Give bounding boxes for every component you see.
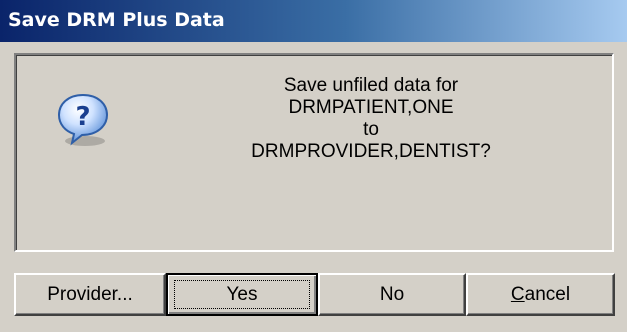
question-icon: ? [57,93,109,146]
cancel-label-rest: ancel [524,284,571,305]
yes-button[interactable]: Yes [166,273,318,316]
svg-text:?: ? [75,102,90,132]
button-bar: Provider... Yes No Cancel [0,262,627,332]
message-line: to [363,119,379,140]
yes-button-label: Yes [226,284,258,305]
confirmation-message: Save unfiled data for DRMPATIENT,ONE to … [166,75,576,163]
message-line: Save unfiled data for [283,75,459,96]
cancel-mnemonic: C [510,284,525,305]
provider-name: DRMPROVIDER,DENTIST? [251,141,491,162]
window-title: Save DRM Plus Data [8,9,225,31]
cancel-button-label: Cancel [511,284,570,305]
provider-button-label: Provider... [47,284,133,305]
patient-name: DRMPATIENT,ONE [288,97,454,118]
cancel-button[interactable]: Cancel [466,273,615,316]
provider-button[interactable]: Provider... [14,273,166,316]
dialog-window: Save DRM Plus Data ? Save unfiled data f… [0,0,627,332]
title-bar[interactable]: Save DRM Plus Data [0,0,627,42]
no-button[interactable]: No [318,273,466,316]
no-button-label: No [379,284,405,305]
message-panel: ? Save unfiled data for DRMPATIENT,ONE t… [14,53,614,252]
